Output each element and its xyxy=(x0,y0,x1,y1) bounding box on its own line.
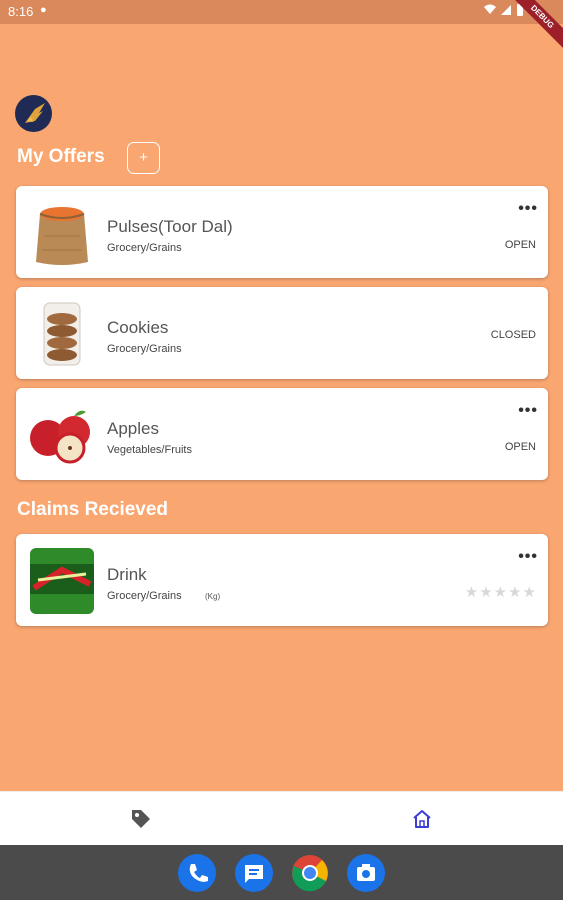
add-offer-button[interactable]: + xyxy=(127,142,160,174)
more-options-icon[interactable]: ••• xyxy=(518,201,538,217)
grain-sack-image xyxy=(24,196,100,268)
offers-title: My Offers xyxy=(17,146,105,167)
star-icon[interactable]: ★ xyxy=(494,584,508,601)
status-bar: 8:16 ● DEBUG xyxy=(0,0,563,61)
phone-icon[interactable] xyxy=(178,854,216,892)
camera-icon[interactable] xyxy=(347,854,385,892)
claim-card[interactable]: Drink Grocery/Grains (Kg) ••• ★★★★★ xyxy=(16,534,548,626)
offer-category: Grocery/Grains xyxy=(107,343,182,355)
apples-image xyxy=(24,398,100,470)
star-rating[interactable]: ★★★★★ xyxy=(465,583,537,601)
star-icon[interactable]: ★ xyxy=(523,584,537,601)
chrome-icon[interactable] xyxy=(291,854,329,892)
system-dock xyxy=(0,845,563,900)
claims-title: Claims Recieved xyxy=(17,499,169,520)
claim-category: Grocery/Grains xyxy=(107,590,182,602)
star-icon[interactable]: ★ xyxy=(479,584,493,601)
claim-title: Drink xyxy=(107,565,147,584)
more-options-icon[interactable]: ••• xyxy=(518,549,538,565)
notification-icon: ● xyxy=(40,4,47,16)
home-icon[interactable] xyxy=(409,806,437,832)
star-icon[interactable]: ★ xyxy=(465,584,479,601)
offer-title: Pulses(Toor Dal) xyxy=(107,217,233,236)
claim-unit-tag: (Kg) xyxy=(205,592,221,601)
wing-logo-icon[interactable] xyxy=(15,95,52,132)
soda-bottle-image xyxy=(24,544,100,616)
offer-title: Apples xyxy=(107,419,159,438)
more-options-icon[interactable]: ••• xyxy=(518,403,538,419)
offer-card[interactable]: Apples Vegetables/Fruits ••• OPEN xyxy=(16,388,548,480)
offer-status: OPEN xyxy=(504,239,536,251)
offer-category: Grocery/Grains xyxy=(107,242,182,254)
tag-icon[interactable] xyxy=(128,806,156,832)
messages-icon[interactable] xyxy=(235,854,273,892)
offer-title: Cookies xyxy=(107,318,169,337)
star-icon[interactable]: ★ xyxy=(508,584,522,601)
status-time: 8:16 xyxy=(8,4,34,19)
offer-status: CLOSED xyxy=(490,329,536,341)
offer-card[interactable]: Pulses(Toor Dal) Grocery/Grains ••• OPEN xyxy=(16,186,548,278)
cookies-pack-image xyxy=(24,297,100,369)
offer-status: OPEN xyxy=(504,441,536,453)
offer-category: Vegetables/Fruits xyxy=(107,444,192,456)
offer-card[interactable]: Cookies Grocery/Grains CLOSED xyxy=(16,287,548,379)
bottom-navigation xyxy=(0,791,563,845)
